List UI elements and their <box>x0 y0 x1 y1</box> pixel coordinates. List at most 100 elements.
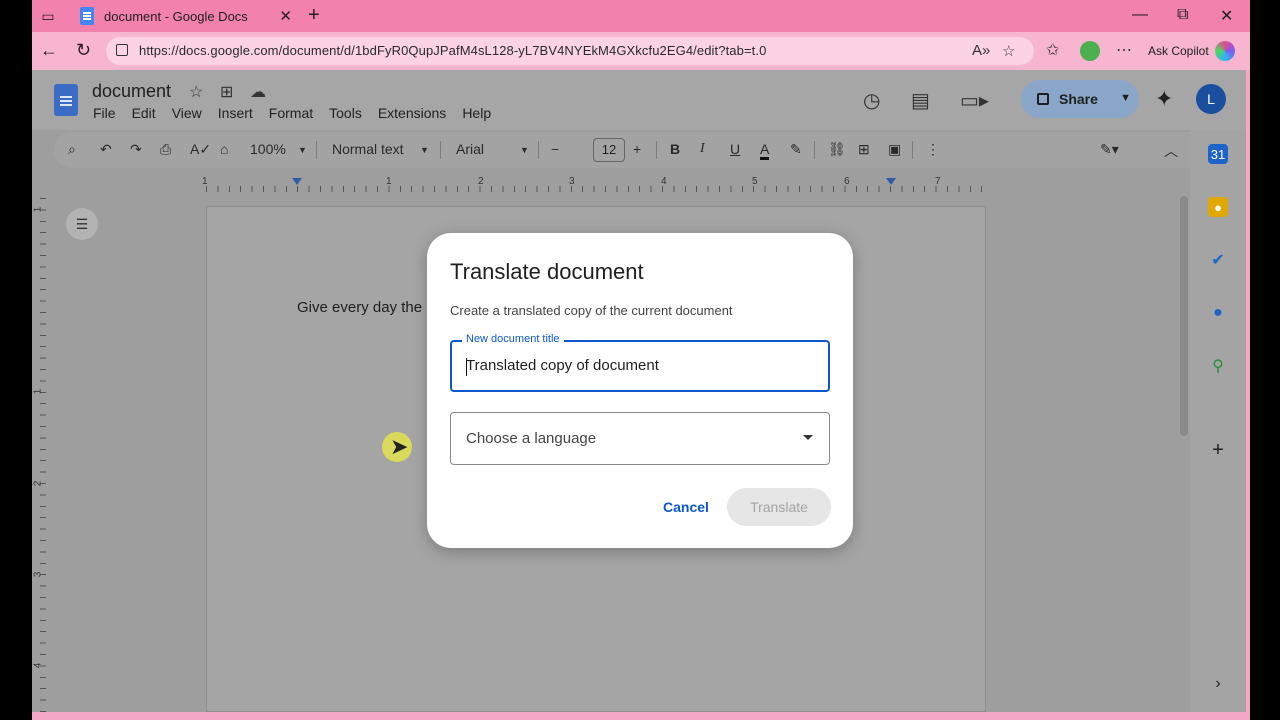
copilot-icon <box>1214 41 1235 61</box>
close-window-icon[interactable]: ✕ <box>1220 6 1233 26</box>
menu-file[interactable]: File <box>93 105 116 121</box>
new-title-field[interactable]: New document title Translated copy of do… <box>450 333 830 392</box>
decrease-font-icon[interactable]: − <box>551 141 559 157</box>
cloud-status-icon[interactable]: ☁ <box>250 82 266 102</box>
docs-logo-icon[interactable] <box>54 84 78 116</box>
more-icon[interactable]: ⋯ <box>1116 40 1132 60</box>
italic-icon[interactable]: I <box>700 141 705 157</box>
search-icon[interactable]: ⌕ <box>68 141 76 158</box>
chevron-down-icon[interactable]: ▼ <box>520 145 529 155</box>
chevron-up-icon[interactable]: ︿ <box>1164 141 1178 161</box>
formatting-toolbar: ⌕ ↶ ↷ ⎙ A✓ ⌂ 100% ▼ Normal text ▼ Arial … <box>54 132 1208 168</box>
menu-help[interactable]: Help <box>462 105 491 121</box>
dialog-title: Translate document <box>450 259 644 284</box>
menu-view[interactable]: View <box>172 105 202 121</box>
comment-icon[interactable]: ▤ <box>911 88 930 113</box>
menu-tools[interactable]: Tools <box>329 105 362 121</box>
read-aloud-icon[interactable]: A» <box>972 42 990 59</box>
star-icon[interactable]: ☆ <box>189 82 203 102</box>
maps-icon[interactable]: ⚲ <box>1208 356 1228 376</box>
left-indent-marker[interactable] <box>292 178 302 185</box>
gemini-icon[interactable]: ✦ <box>1155 86 1173 112</box>
font-select[interactable]: Arial <box>456 141 484 157</box>
font-size-input[interactable]: 12 <box>593 138 625 162</box>
toolbar-divider <box>440 141 441 159</box>
add-comment-icon[interactable]: ⊞ <box>858 141 870 158</box>
close-icon[interactable]: ✕ <box>279 7 292 25</box>
menu-format[interactable]: Format <box>269 105 313 121</box>
contacts-icon[interactable]: ● <box>1208 303 1228 323</box>
menu-insert[interactable]: Insert <box>218 105 253 121</box>
keep-icon[interactable]: ● <box>1208 197 1228 217</box>
toolbar-divider <box>656 141 657 159</box>
browser-tab[interactable]: document - Google Docs ✕ <box>70 2 300 30</box>
ruler-ticks <box>206 186 986 192</box>
pencil-icon[interactable]: ✎▾ <box>1100 141 1119 158</box>
undo-icon[interactable]: ↶ <box>100 141 112 158</box>
avatar[interactable]: L <box>1196 84 1226 114</box>
cursor-icon: ➤ <box>390 434 409 459</box>
url-text[interactable]: https://docs.google.com/document/d/1bdFy… <box>139 43 766 58</box>
outline-icon[interactable]: ☰ <box>66 208 98 240</box>
lock-icon[interactable] <box>116 44 128 56</box>
docs-header: document ☆ ⊞ ☁ File Edit View Insert For… <box>32 70 1246 130</box>
text-color-icon[interactable]: A <box>760 141 770 160</box>
menu-extensions[interactable]: Extensions <box>378 105 446 121</box>
history-icon[interactable]: ◷ <box>863 88 880 113</box>
minimize-icon[interactable]: — <box>1132 6 1148 24</box>
plus-icon[interactable]: + <box>1208 439 1228 461</box>
favorites-icon[interactable]: ✩ <box>1046 40 1059 60</box>
zoom-select[interactable]: 100% <box>250 141 286 157</box>
bold-icon[interactable]: B <box>670 141 680 157</box>
image-icon[interactable]: ▣ <box>888 141 901 158</box>
style-select[interactable]: Normal text <box>332 141 404 157</box>
chevron-right-icon[interactable]: › <box>1208 674 1228 694</box>
star-icon[interactable]: ☆ <box>1002 42 1015 60</box>
print-icon[interactable]: ⎙ <box>160 141 171 158</box>
horizontal-ruler: 1 1 2 3 4 5 6 7 <box>202 176 986 192</box>
translate-dialog: Translate document Create a translated c… <box>427 233 853 548</box>
lock-icon <box>1037 93 1049 105</box>
reload-icon[interactable]: ↻ <box>76 40 91 61</box>
menu-edit[interactable]: Edit <box>132 105 156 121</box>
language-select[interactable]: Choose a language <box>450 412 830 465</box>
back-icon[interactable]: ← <box>40 40 58 61</box>
browser-window: ▭ document - Google Docs ✕ + — ⧉ ✕ ← ↻ h… <box>32 0 1250 720</box>
move-folder-icon[interactable]: ⊞ <box>220 82 233 102</box>
vruler-number: 1 <box>32 388 44 395</box>
scrollbar[interactable] <box>1180 196 1188 436</box>
docs-icon <box>80 7 94 25</box>
side-panel: 31 ● ✔ ● ⚲ + › <box>1190 130 1246 712</box>
video-icon[interactable]: ▭▸ <box>960 88 989 113</box>
increase-font-icon[interactable]: + <box>633 141 641 157</box>
tab-strip: ▭ document - Google Docs ✕ + — ⧉ ✕ <box>32 0 1250 32</box>
page-text[interactable]: Give every day the <box>297 299 422 316</box>
tasks-icon[interactable]: ✔ <box>1208 250 1228 270</box>
chevron-down-icon[interactable]: ▼ <box>1120 92 1131 104</box>
restore-icon[interactable]: ⧉ <box>1177 6 1188 24</box>
redo-icon[interactable]: ↷ <box>130 141 142 158</box>
link-icon[interactable]: ⛓ <box>828 141 846 158</box>
vruler-number: 4 <box>32 662 44 669</box>
cancel-button[interactable]: Cancel <box>655 489 717 525</box>
calendar-icon[interactable]: 31 <box>1208 144 1228 164</box>
paint-format-icon[interactable]: ⌂ <box>220 141 228 157</box>
spellcheck-icon[interactable]: A✓ <box>190 141 211 158</box>
field-value[interactable]: Translated copy of document <box>466 357 659 374</box>
share-button[interactable]: Share ▼ <box>1021 80 1139 118</box>
highlight-icon[interactable]: ✎ <box>790 141 802 158</box>
extension-icon[interactable] <box>1080 41 1100 61</box>
underline-icon[interactable]: U <box>730 141 740 157</box>
address-bar[interactable]: https://docs.google.com/document/d/1bdFy… <box>106 37 1034 65</box>
more-icon[interactable]: ⋮ <box>926 141 940 158</box>
right-indent-marker[interactable] <box>886 178 896 185</box>
copilot-button[interactable]: Ask Copilot <box>1148 38 1248 64</box>
chevron-down-icon[interactable]: ▼ <box>420 145 429 155</box>
plus-icon[interactable]: + <box>308 4 320 27</box>
translate-button[interactable]: Translate <box>727 488 831 526</box>
chevron-down-icon[interactable]: ▼ <box>298 145 307 155</box>
vertical-ruler <box>32 198 48 712</box>
vruler-number: 2 <box>32 480 44 487</box>
document-title[interactable]: document <box>92 81 171 102</box>
sidebar-toggle-icon[interactable]: ▭ <box>38 6 58 26</box>
